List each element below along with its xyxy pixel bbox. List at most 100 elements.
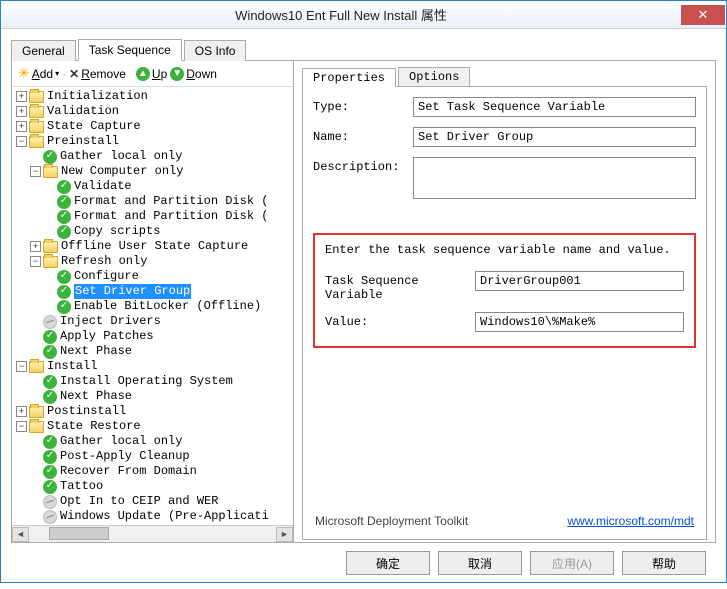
- expand-icon[interactable]: +: [30, 241, 41, 252]
- tree-node[interactable]: ✓Validate: [16, 179, 293, 194]
- description-label: Description:: [313, 157, 413, 174]
- tree-node[interactable]: ✓Tattoo: [16, 479, 293, 494]
- scroll-right-icon[interactable]: ►: [276, 527, 293, 542]
- check-icon: ✓: [57, 285, 71, 299]
- help-button[interactable]: 帮助: [622, 551, 706, 575]
- horizontal-scrollbar[interactable]: ◄ ►: [12, 525, 293, 542]
- apply-button[interactable]: 应用(A): [530, 551, 614, 575]
- tree-node[interactable]: ✓Gather local only: [16, 434, 293, 449]
- tree-label: Copy scripts: [74, 224, 160, 239]
- tree-node[interactable]: ✓Post-Apply Cleanup: [16, 449, 293, 464]
- folder-icon: [29, 421, 44, 433]
- tree-node[interactable]: ✓Recover From Domain: [16, 464, 293, 479]
- task-sequence-tree[interactable]: +Initialization+Validation+State Capture…: [12, 87, 293, 525]
- collapse-icon[interactable]: −: [30, 166, 41, 177]
- tab-options[interactable]: Options: [398, 67, 470, 86]
- tree-node[interactable]: −Preinstall: [16, 134, 293, 149]
- down-button[interactable]: ▼ Down: [170, 67, 217, 81]
- tree-label: New Computer only: [61, 164, 183, 179]
- tree-node[interactable]: ✓Format and Partition Disk (: [16, 209, 293, 224]
- value-field[interactable]: [475, 312, 684, 332]
- check-icon: ✓: [43, 450, 57, 464]
- tree-node[interactable]: ✓Gather local only: [16, 149, 293, 164]
- name-field[interactable]: [413, 127, 696, 147]
- tree-node[interactable]: −Install: [16, 359, 293, 374]
- tree-node[interactable]: +Validation: [16, 104, 293, 119]
- description-field[interactable]: [413, 157, 696, 199]
- expand-icon[interactable]: +: [16, 406, 27, 417]
- disabled-icon: [43, 495, 57, 509]
- tree-node[interactable]: +State Capture: [16, 119, 293, 134]
- spacer: [30, 481, 41, 492]
- tree-node[interactable]: ✓Enable BitLocker (Offline): [16, 299, 293, 314]
- expand-icon[interactable]: +: [16, 91, 27, 102]
- collapse-icon[interactable]: −: [16, 361, 27, 372]
- tree-node[interactable]: Windows Update (Pre-Applicati: [16, 509, 293, 524]
- dialog-buttons: 确定 取消 应用(A) 帮助: [11, 543, 716, 583]
- tree-node[interactable]: +Offline User State Capture: [16, 239, 293, 254]
- tree-node[interactable]: Inject Drivers: [16, 314, 293, 329]
- tree-node[interactable]: −State Restore: [16, 419, 293, 434]
- tree-node[interactable]: ✓Next Phase: [16, 344, 293, 359]
- spacer: [30, 346, 41, 357]
- scroll-thumb[interactable]: [49, 527, 109, 540]
- tree-node[interactable]: ✓Copy scripts: [16, 224, 293, 239]
- tree-node[interactable]: ✓Install Operating System: [16, 374, 293, 389]
- dropdown-icon: ▾: [55, 69, 59, 78]
- type-field: [413, 97, 696, 117]
- expand-icon[interactable]: +: [16, 121, 27, 132]
- brand-label: Microsoft Deployment Toolkit: [315, 514, 468, 528]
- scroll-left-icon[interactable]: ◄: [12, 527, 29, 542]
- mdt-link[interactable]: www.microsoft.com/mdt: [567, 514, 694, 528]
- arrow-up-icon: ▲: [136, 67, 150, 81]
- collapse-icon[interactable]: −: [16, 136, 27, 147]
- tab-general[interactable]: General: [11, 40, 76, 61]
- tree-label: Format and Partition Disk (: [74, 209, 268, 224]
- tree-node[interactable]: −Refresh only: [16, 254, 293, 269]
- x-icon: ✕: [69, 67, 79, 81]
- spacer: [30, 151, 41, 162]
- spacer: [30, 316, 41, 327]
- tree-label: Postinstall: [47, 404, 126, 419]
- spacer: [30, 511, 41, 522]
- folder-icon: [29, 361, 44, 373]
- add-button[interactable]: ✳ Add ▾: [18, 65, 59, 82]
- tab-os-info[interactable]: OS Info: [184, 40, 247, 61]
- disabled-icon: [43, 315, 57, 329]
- tree-node[interactable]: ✓Next Phase: [16, 389, 293, 404]
- tree-label: Windows Update (Pre-Applicati: [60, 509, 269, 524]
- spacer: [30, 391, 41, 402]
- spacer: [44, 211, 55, 222]
- ok-button[interactable]: 确定: [346, 551, 430, 575]
- tree-node[interactable]: ✓Set Driver Group: [16, 284, 293, 299]
- check-icon: ✓: [57, 180, 71, 194]
- collapse-icon[interactable]: −: [16, 421, 27, 432]
- collapse-icon[interactable]: −: [30, 256, 41, 267]
- tree-node[interactable]: ✓Format and Partition Disk (: [16, 194, 293, 209]
- folder-icon: [29, 406, 44, 418]
- ts-variable-field[interactable]: [475, 271, 684, 291]
- check-icon: ✓: [57, 225, 71, 239]
- folder-icon: [29, 91, 44, 103]
- check-icon: ✓: [43, 390, 57, 404]
- tree-node[interactable]: +Initialization: [16, 89, 293, 104]
- cancel-button[interactable]: 取消: [438, 551, 522, 575]
- tree-node[interactable]: + Postinstall: [16, 404, 293, 419]
- folder-icon: [29, 136, 44, 148]
- tab-properties[interactable]: Properties: [302, 68, 396, 87]
- remove-button[interactable]: ✕ Remove: [69, 67, 126, 81]
- window-title: Windows10 Ent Full New Install 属性: [1, 5, 681, 24]
- tree-node[interactable]: ✓Install Applications: [16, 524, 293, 525]
- arrow-down-icon: ▼: [170, 67, 184, 81]
- tree-node[interactable]: ✓Apply Patches: [16, 329, 293, 344]
- up-button[interactable]: ▲ Up: [136, 67, 167, 81]
- tree-node[interactable]: Opt In to CEIP and WER: [16, 494, 293, 509]
- close-button[interactable]: ✕: [681, 5, 725, 25]
- disabled-icon: [43, 510, 57, 524]
- star-icon: ✳: [18, 65, 30, 82]
- tree-node[interactable]: ✓Configure: [16, 269, 293, 284]
- check-icon: ✓: [43, 345, 57, 359]
- expand-icon[interactable]: +: [16, 106, 27, 117]
- tab-task-sequence[interactable]: Task Sequence: [78, 39, 182, 61]
- tree-node[interactable]: − New Computer only: [16, 164, 293, 179]
